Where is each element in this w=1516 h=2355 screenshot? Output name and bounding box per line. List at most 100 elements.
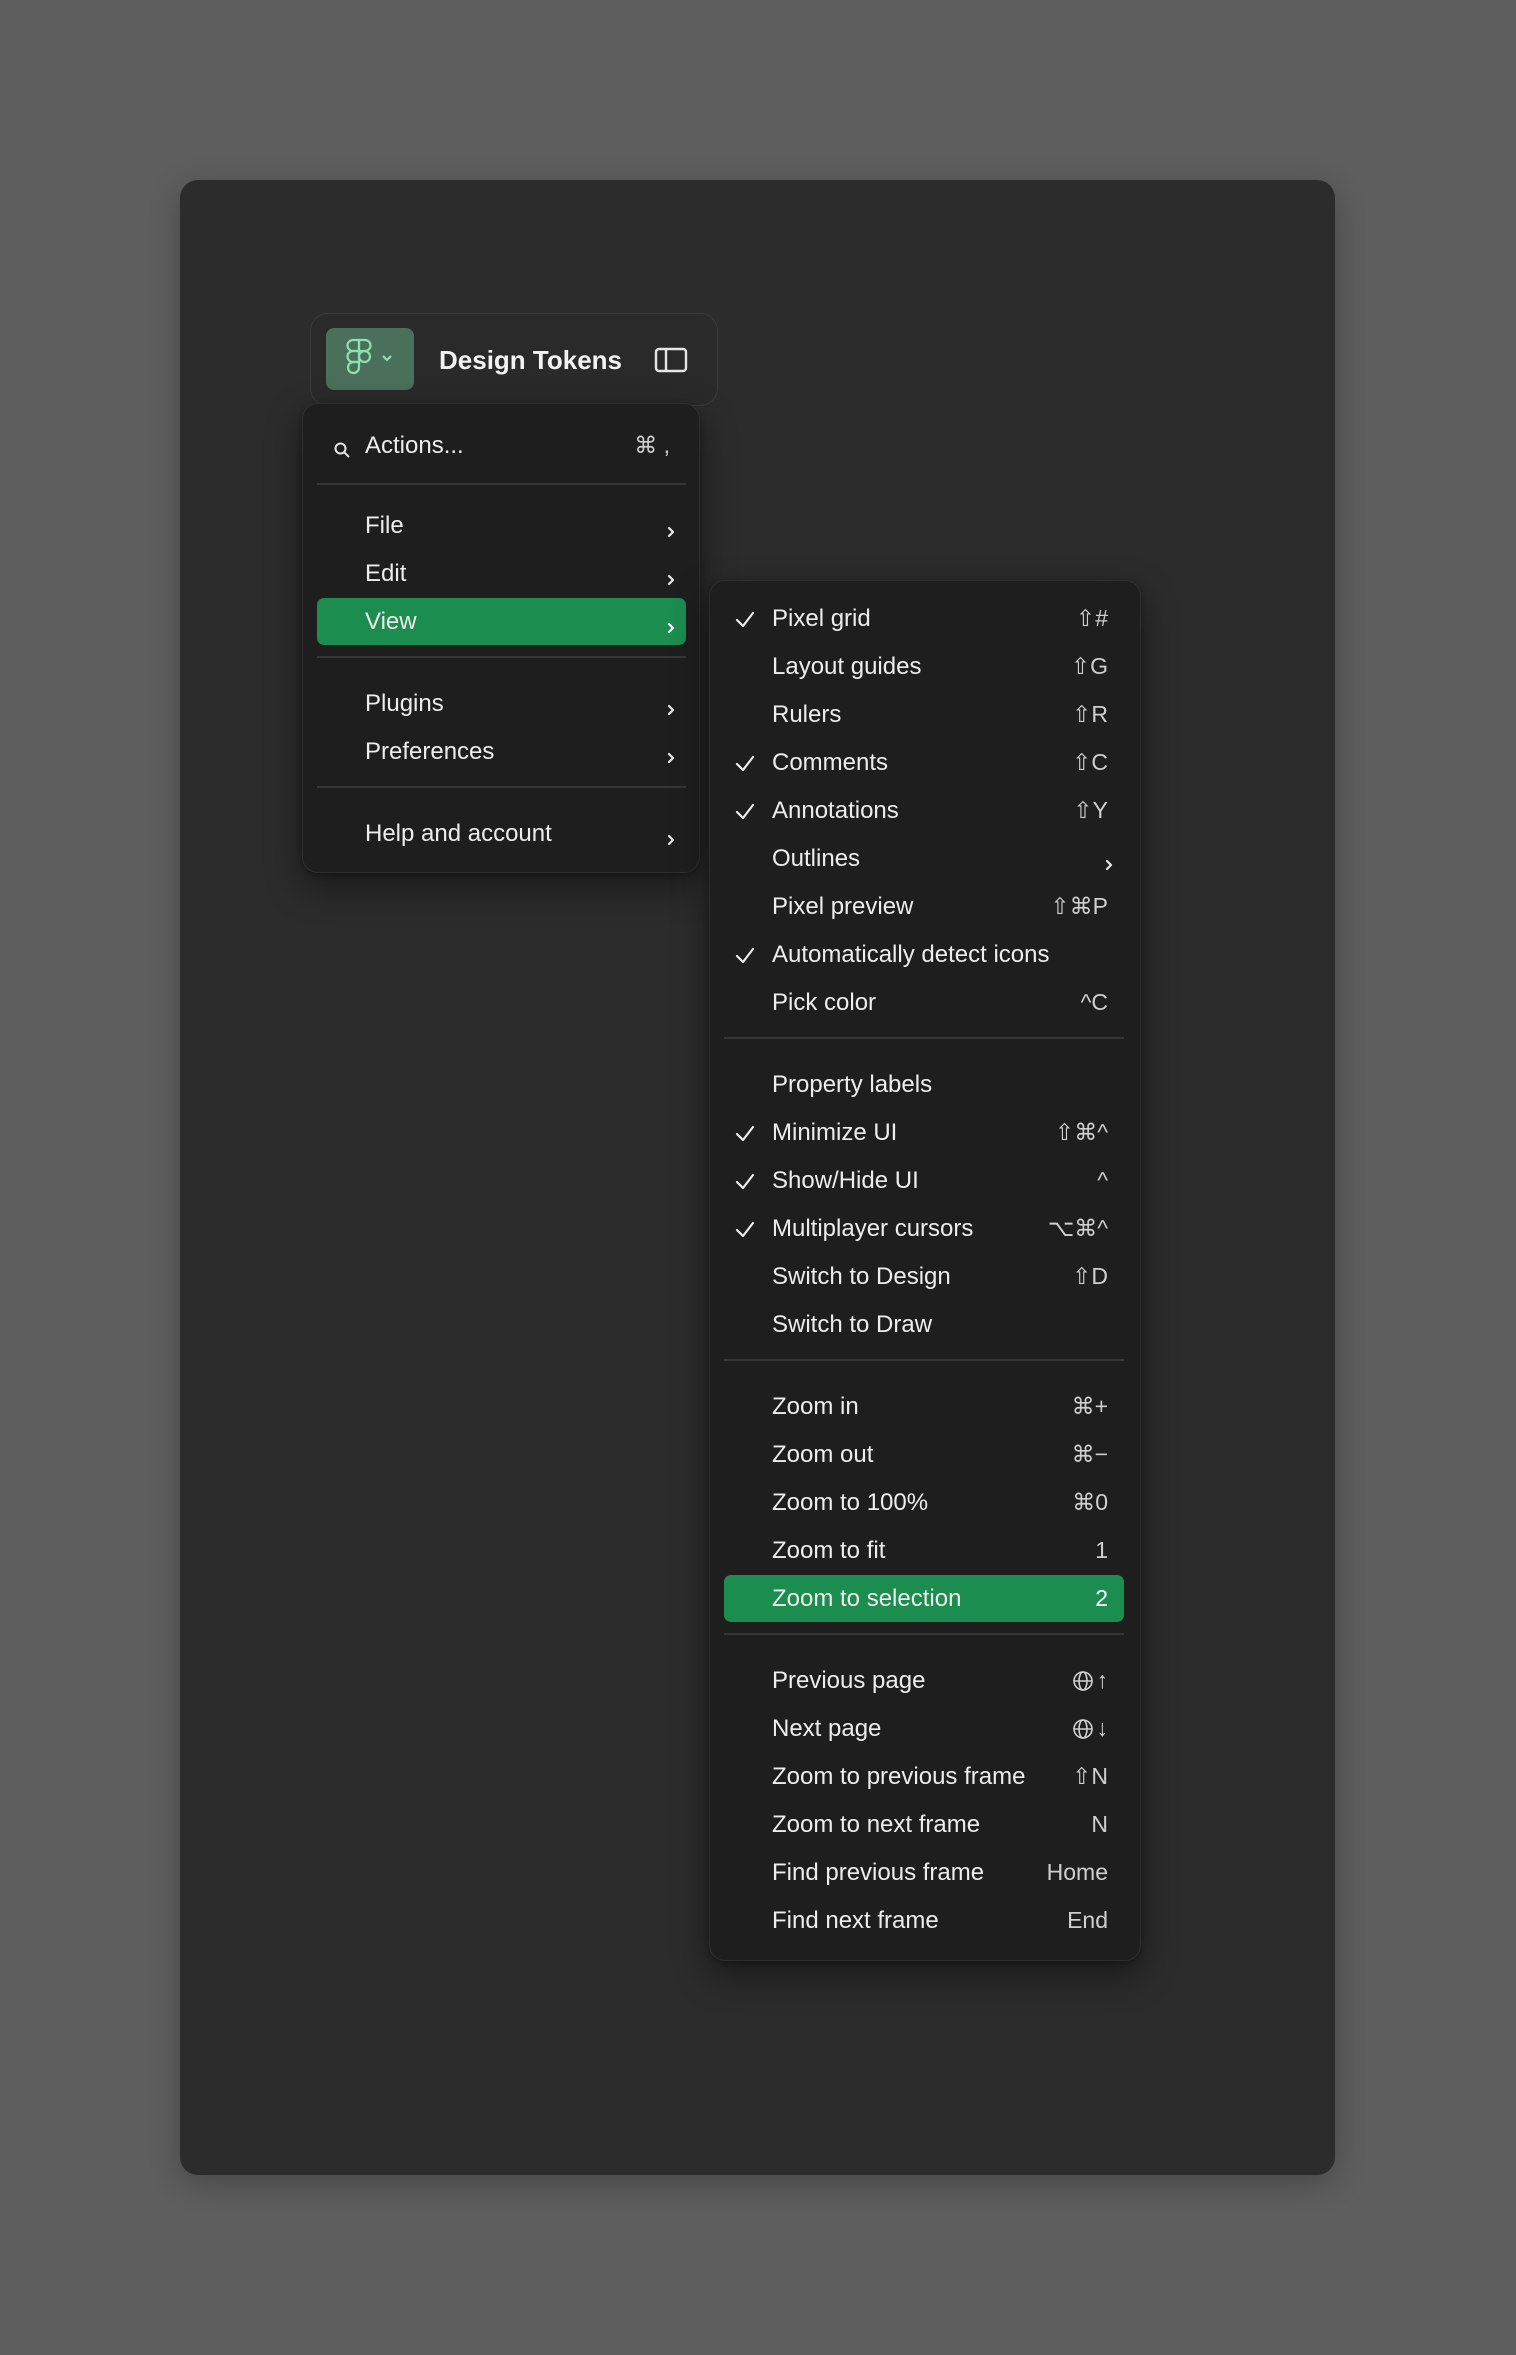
view-item-multiplayer-cursors[interactable]: Multiplayer cursors ⌥⌘^: [724, 1205, 1124, 1252]
view-item-pixel-grid[interactable]: Pixel grid ⇧#: [724, 595, 1124, 642]
menu-divider: [317, 483, 686, 485]
sidebar-toggle-icon[interactable]: [654, 347, 688, 378]
view-item-previous-page[interactable]: Previous page ↑: [724, 1657, 1124, 1704]
item-label: Next page: [772, 1715, 882, 1742]
actions-search-item[interactable]: Actions... ⌘ ,: [317, 422, 686, 469]
item-label: Multiplayer cursors: [772, 1215, 974, 1242]
menu-item-edit[interactable]: Edit: [317, 550, 686, 597]
view-item-zoom-out[interactable]: Zoom out ⌘−: [724, 1431, 1124, 1478]
checkmark-icon: [734, 1219, 756, 1247]
view-item-find-next-frame[interactable]: Find next frame End: [724, 1897, 1124, 1944]
item-label: Edit: [365, 560, 407, 587]
item-label: Zoom to fit: [772, 1537, 886, 1564]
chevron-right-icon: [666, 614, 676, 642]
figma-logo-icon: [346, 338, 372, 381]
view-item-switch-to-draw[interactable]: Switch to Draw: [724, 1301, 1124, 1348]
view-item-annotations[interactable]: Annotations ⇧Y: [724, 787, 1124, 834]
item-label: Zoom to selection: [772, 1585, 962, 1612]
view-item-zoom-to-100[interactable]: Zoom to 100% ⌘0: [724, 1479, 1124, 1526]
item-label: Pixel grid: [772, 605, 871, 632]
view-item-pixel-preview[interactable]: Pixel preview ⇧⌘P: [724, 883, 1124, 930]
view-item-rulers[interactable]: Rulers ⇧R: [724, 691, 1124, 738]
shortcut-hint: ⇧N: [1072, 1763, 1108, 1789]
item-label: Minimize UI: [772, 1119, 898, 1146]
menu-item-plugins[interactable]: Plugins: [317, 680, 686, 727]
shortcut-hint: ⌘0: [1072, 1489, 1108, 1515]
view-item-minimize-ui[interactable]: Minimize UI ⇧⌘^: [724, 1109, 1124, 1156]
menu-divider: [317, 656, 686, 658]
view-item-zoom-to-previous-frame[interactable]: Zoom to previous frame ⇧N: [724, 1753, 1124, 1800]
view-item-comments[interactable]: Comments ⇧C: [724, 739, 1124, 786]
shortcut-hint: ⇧Y: [1073, 797, 1108, 823]
shortcut-hint: ⇧R: [1072, 701, 1108, 727]
shortcut-hint: ^: [1097, 1167, 1108, 1193]
checkmark-icon: [734, 753, 756, 781]
view-item-find-previous-frame[interactable]: Find previous frame Home: [724, 1849, 1124, 1896]
shortcut-hint: ↓: [1071, 1705, 1109, 1757]
checkmark-icon: [734, 801, 756, 829]
document-title[interactable]: Design Tokens: [439, 314, 622, 407]
menu-item-preferences[interactable]: Preferences: [317, 728, 686, 775]
view-item-zoom-to-next-frame[interactable]: Zoom to next frame N: [724, 1801, 1124, 1848]
shortcut-hint: ⇧C: [1072, 749, 1108, 775]
item-label: File: [365, 512, 404, 539]
shortcut-hint: ⇧#: [1075, 605, 1108, 631]
globe-icon: [1071, 1719, 1095, 1746]
view-item-outlines[interactable]: Outlines: [724, 835, 1124, 882]
actions-label: Actions...: [365, 432, 464, 459]
item-label: Zoom out: [772, 1441, 874, 1468]
shortcut-hint: ⇧D: [1072, 1263, 1108, 1289]
item-label: Switch to Draw: [772, 1311, 933, 1338]
shortcut-hint: 1: [1095, 1537, 1108, 1563]
chevron-right-icon: [666, 826, 676, 854]
item-label: Zoom to next frame: [772, 1811, 981, 1838]
menu-item-help-and-account[interactable]: Help and account: [317, 810, 686, 857]
shortcut-hint: ⇧G: [1070, 653, 1108, 679]
shortcut-hint: ⇧⌘^: [1054, 1119, 1108, 1145]
checkmark-icon: [734, 1123, 756, 1151]
shortcut-hint: ⌘+: [1071, 1393, 1108, 1419]
actions-shortcut: ⌘ ,: [634, 432, 670, 458]
shortcut-key: ↑: [1096, 1667, 1109, 1693]
item-label: Comments: [772, 749, 889, 776]
shortcut-hint: ^C: [1080, 989, 1108, 1015]
view-item-property-labels[interactable]: Property labels: [724, 1061, 1124, 1108]
item-label: Zoom to previous frame: [772, 1763, 1026, 1790]
main-menu-button[interactable]: [326, 328, 414, 390]
view-item-zoom-in[interactable]: Zoom in ⌘+: [724, 1383, 1124, 1430]
view-item-switch-to-design[interactable]: Switch to Design ⇧D: [724, 1253, 1124, 1300]
view-item-automatically-detect-icons[interactable]: Automatically detect icons: [724, 931, 1124, 978]
item-label: Pick color: [772, 989, 877, 1016]
view-item-layout-guides[interactable]: Layout guides ⇧G: [724, 643, 1124, 690]
menu-item-file[interactable]: File: [317, 502, 686, 549]
view-item-zoom-to-selection[interactable]: Zoom to selection 2: [724, 1575, 1124, 1622]
item-label: Zoom to 100%: [772, 1489, 929, 1516]
view-item-show-hide-ui[interactable]: Show/Hide UI ^: [724, 1157, 1124, 1204]
menu-divider: [724, 1633, 1124, 1635]
chevron-right-icon: [666, 566, 676, 594]
checkmark-icon: [734, 945, 756, 973]
item-label: Show/Hide UI: [772, 1167, 919, 1194]
item-label: Rulers: [772, 701, 842, 728]
shortcut-hint: 2: [1095, 1585, 1108, 1611]
item-label: Find previous frame: [772, 1859, 985, 1886]
shortcut-hint: ⇧⌘P: [1050, 893, 1108, 919]
shortcut-hint: End: [1067, 1907, 1108, 1933]
view-item-pick-color[interactable]: Pick color ^C: [724, 979, 1124, 1026]
menu-item-view[interactable]: View: [317, 598, 686, 645]
shortcut-hint: ⌘−: [1071, 1441, 1108, 1467]
chevron-right-icon: [666, 696, 676, 724]
main-menu: Actions... ⌘ , File Edit View Plugins Prefer…: [302, 403, 700, 873]
item-label: Plugins: [365, 690, 444, 717]
item-label: View: [365, 608, 417, 635]
item-label: Previous page: [772, 1667, 926, 1694]
view-submenu: Pixel grid ⇧# Layout guides ⇧G Rulers ⇧R Comme…: [709, 580, 1141, 1961]
view-item-zoom-to-fit[interactable]: Zoom to fit 1: [724, 1527, 1124, 1574]
menu-divider: [724, 1037, 1124, 1039]
globe-icon: [1071, 1671, 1095, 1698]
shortcut-hint: ↑: [1071, 1657, 1109, 1709]
view-item-next-page[interactable]: Next page ↓: [724, 1705, 1124, 1752]
shortcut-key: ↓: [1096, 1715, 1109, 1741]
item-label: Outlines: [772, 845, 861, 872]
file-toolbar: Design Tokens: [310, 313, 718, 406]
